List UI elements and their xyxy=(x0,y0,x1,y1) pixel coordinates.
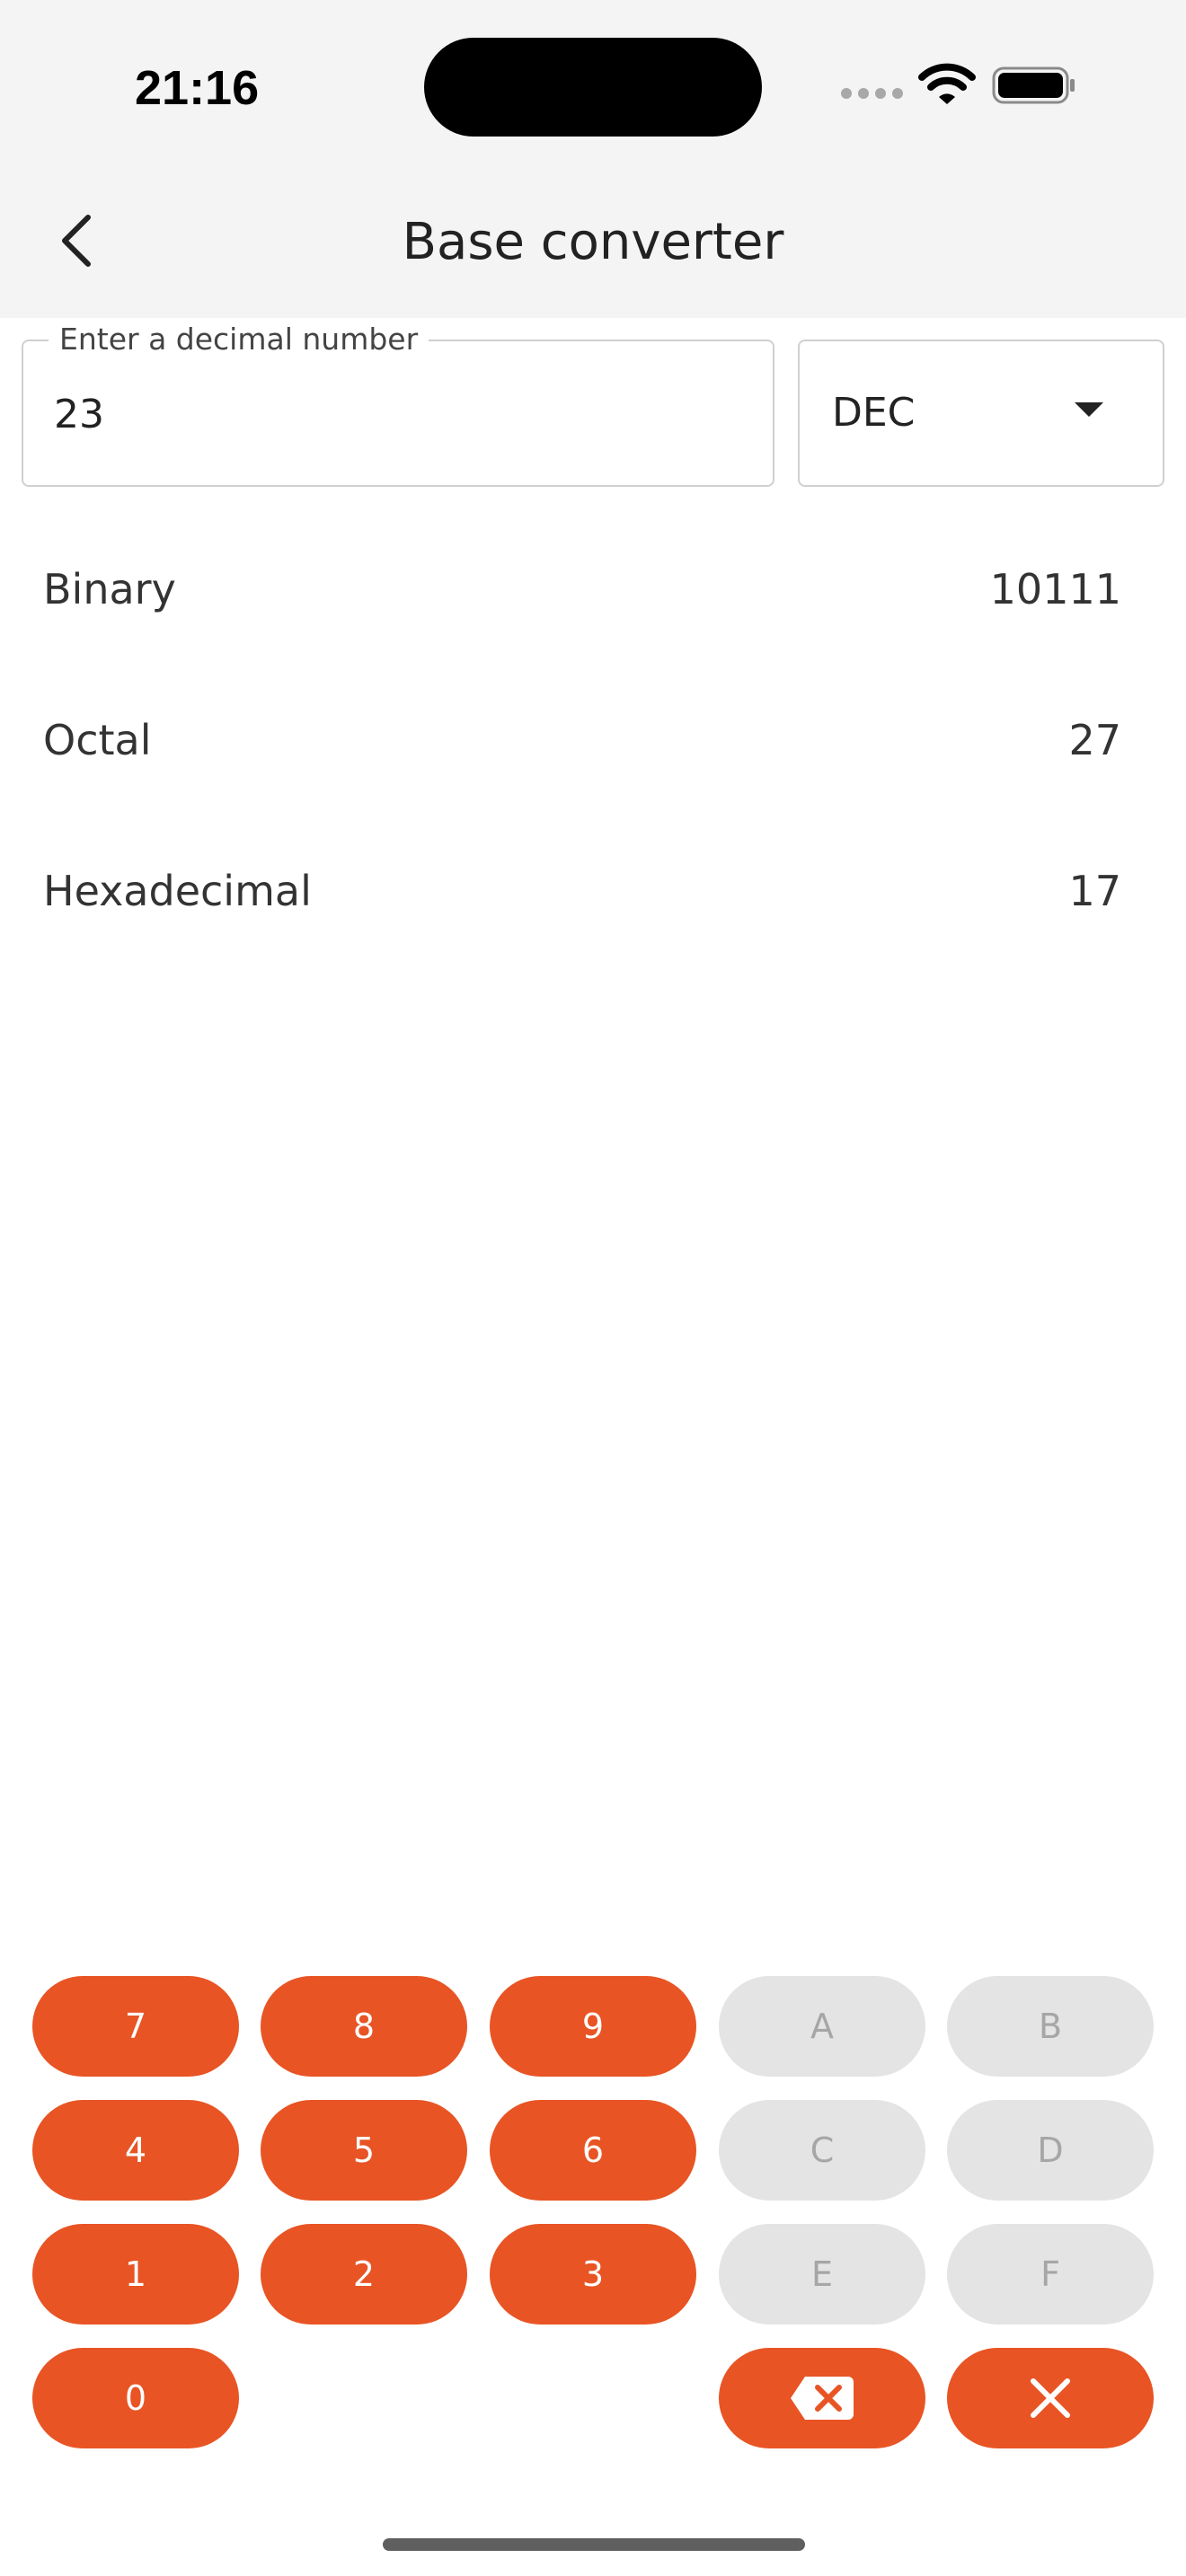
result-value-octal: 27 xyxy=(1068,716,1121,764)
home-indicator[interactable] xyxy=(383,2538,805,2551)
back-button[interactable] xyxy=(43,203,108,278)
decimal-number-field: Enter a decimal number xyxy=(22,322,774,487)
base-select[interactable]: DEC xyxy=(798,340,1164,487)
decimal-number-input[interactable] xyxy=(54,388,737,442)
backspace-icon xyxy=(791,2377,854,2420)
key-7[interactable]: 7 xyxy=(32,1976,239,2077)
wifi-icon xyxy=(918,63,976,104)
key-d[interactable]: D xyxy=(947,2100,1154,2201)
key-3[interactable]: 3 xyxy=(490,2224,696,2325)
key-5[interactable]: 5 xyxy=(261,2100,467,2201)
result-label-hexadecimal: Hexadecimal xyxy=(43,867,312,915)
backspace-button[interactable] xyxy=(719,2348,925,2448)
dropdown-arrow-icon xyxy=(1075,402,1103,417)
base-select-value: DEC xyxy=(832,390,916,436)
key-f[interactable]: F xyxy=(947,2224,1154,2325)
key-9[interactable]: 9 xyxy=(490,1976,696,2077)
result-row-binary: Binary 10111 xyxy=(43,553,1121,625)
result-value-hexadecimal: 17 xyxy=(1068,867,1121,915)
key-2[interactable]: 2 xyxy=(261,2224,467,2325)
key-0[interactable]: 0 xyxy=(32,2348,239,2448)
key-e[interactable]: E xyxy=(719,2224,925,2325)
result-label-binary: Binary xyxy=(43,565,176,613)
page-title: Base converter xyxy=(402,213,784,271)
cellular-signal-icon xyxy=(841,88,904,101)
battery-icon xyxy=(992,66,1075,104)
close-icon xyxy=(1031,2378,1070,2418)
result-row-octal: Octal 27 xyxy=(43,704,1121,776)
result-label-octal: Octal xyxy=(43,716,152,764)
result-row-hexadecimal: Hexadecimal 17 xyxy=(43,855,1121,927)
result-value-binary: 10111 xyxy=(989,565,1121,613)
key-b[interactable]: B xyxy=(947,1976,1154,2077)
key-c[interactable]: C xyxy=(719,2100,925,2201)
chevron-left-icon xyxy=(62,215,91,267)
key-6[interactable]: 6 xyxy=(490,2100,696,2201)
top-bar: 21:16 Base converter xyxy=(0,0,1186,318)
dynamic-island xyxy=(424,38,762,137)
decimal-number-label: Enter a decimal number xyxy=(49,322,429,357)
status-time: 21:16 xyxy=(135,61,260,115)
key-a[interactable]: A xyxy=(719,1976,925,2077)
key-8[interactable]: 8 xyxy=(261,1976,467,2077)
key-1[interactable]: 1 xyxy=(32,2224,239,2325)
clear-button[interactable] xyxy=(947,2348,1154,2448)
key-4[interactable]: 4 xyxy=(32,2100,239,2201)
